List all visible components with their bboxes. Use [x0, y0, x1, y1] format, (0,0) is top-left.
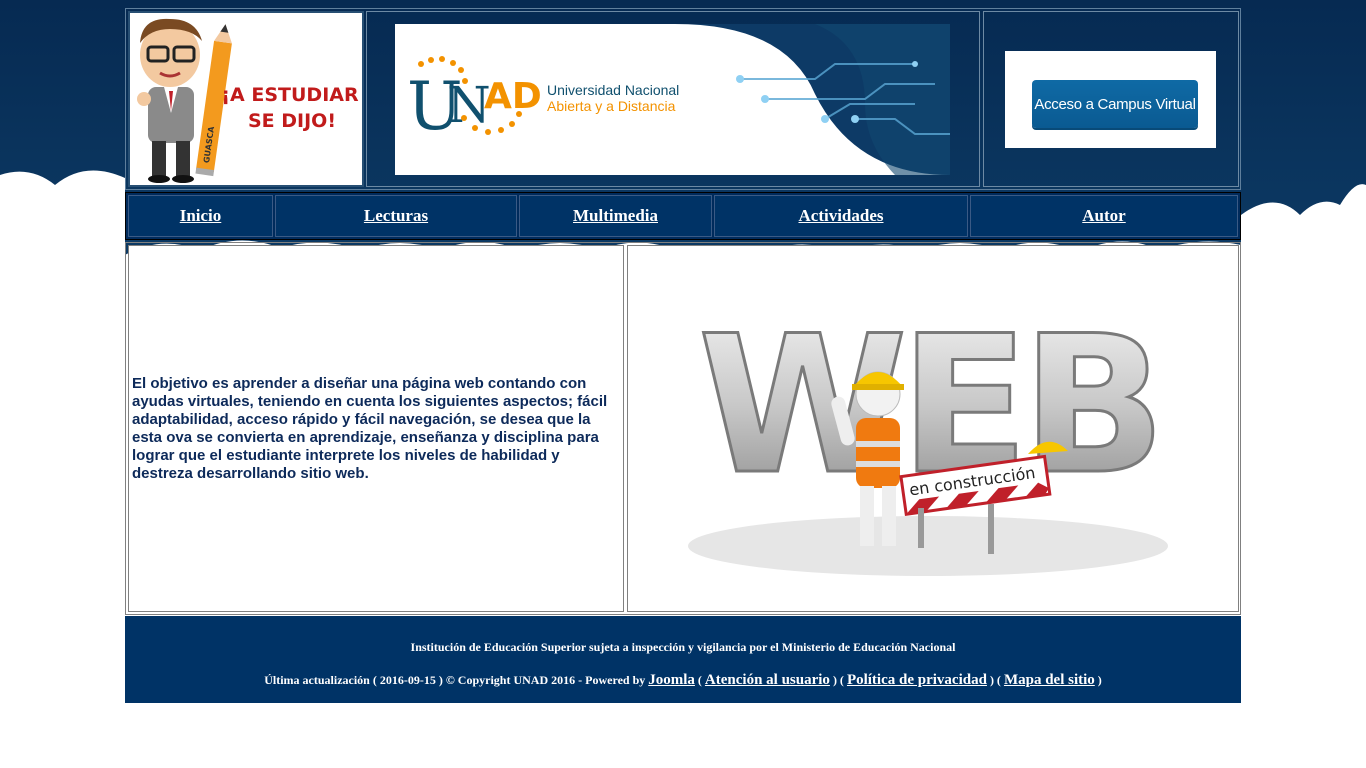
nav-link-actividades[interactable]: Actividades — [799, 206, 884, 226]
footer-institution-text: Institución de Educación Superior sujeta… — [410, 640, 956, 654]
nav-link-autor[interactable]: Autor — [1082, 206, 1125, 226]
nav-link-multimedia[interactable]: Multimedia — [573, 206, 658, 226]
footer-copyright: Última actualización ( 2016-09-15 ) © Co… — [264, 673, 649, 687]
text-cell: El objetivo es aprender a diseñar una pá… — [128, 245, 624, 612]
mapa-sitio-link[interactable]: Mapa del sitio — [1004, 672, 1095, 688]
unad-letters-ad: AD — [484, 76, 542, 117]
estudiar-illustration: GUASCA ¡A ESTUDIAR SE DIJO! — [137, 18, 359, 183]
objective-text: El objetivo es aprender a diseñar una pá… — [132, 374, 608, 482]
nav-item-actividades[interactable]: Actividades — [714, 195, 968, 237]
estudiar-title-line1: ¡A ESTUDIAR — [221, 84, 359, 106]
university-name-line1: Universidad Nacional — [547, 82, 679, 98]
joomla-link[interactable]: Joomla — [648, 672, 695, 688]
nav-item-multimedia[interactable]: Multimedia — [519, 195, 712, 237]
main-nav: Inicio Lecturas Multimedia Actividades A… — [125, 192, 1241, 240]
footer: Institución de Educación Superior sujeta… — [125, 616, 1241, 703]
nav-link-inicio[interactable]: Inicio — [180, 206, 222, 226]
politica-privacidad-link[interactable]: Política de privacidad — [847, 672, 987, 688]
web-construction-illustration: WEB en construcción — [688, 294, 1168, 576]
nav-item-autor[interactable]: Autor — [970, 195, 1238, 237]
footer-separator: ) ( — [986, 673, 1004, 687]
estudiar-title-line2: SE DIJO! — [248, 110, 336, 132]
banner-graphic: U N AD Universidad Nacional Abierta y a … — [407, 24, 950, 175]
estudiar-image-cell: GUASCA ¡A ESTUDIAR SE DIJO! — [128, 11, 364, 187]
nav-item-lecturas[interactable]: Lecturas — [275, 195, 517, 237]
web-construction-image-cell: WEB en construcción — [627, 245, 1239, 612]
footer-separator: ) — [1094, 673, 1102, 687]
footer-separator: ( — [694, 673, 705, 687]
atencion-usuario-link[interactable]: Atención al usuario — [705, 672, 830, 688]
footer-links-line: Última actualización ( 2016-09-15 ) © Co… — [125, 672, 1241, 689]
campus-virtual-button[interactable]: Acceso a Campus Virtual — [1032, 80, 1198, 128]
campus-box: Acceso a Campus Virtual — [1005, 51, 1216, 148]
nav-link-lecturas[interactable]: Lecturas — [364, 206, 428, 226]
content-table: El objetivo es aprender a diseñar una pá… — [125, 242, 1241, 615]
footer-separator: ) ( — [829, 673, 847, 687]
unad-banner: U N AD Universidad Nacional Abierta y a … — [395, 24, 950, 175]
nav-item-inicio[interactable]: Inicio — [128, 195, 273, 237]
university-name-line2: Abierta y a Distancia — [547, 98, 676, 114]
